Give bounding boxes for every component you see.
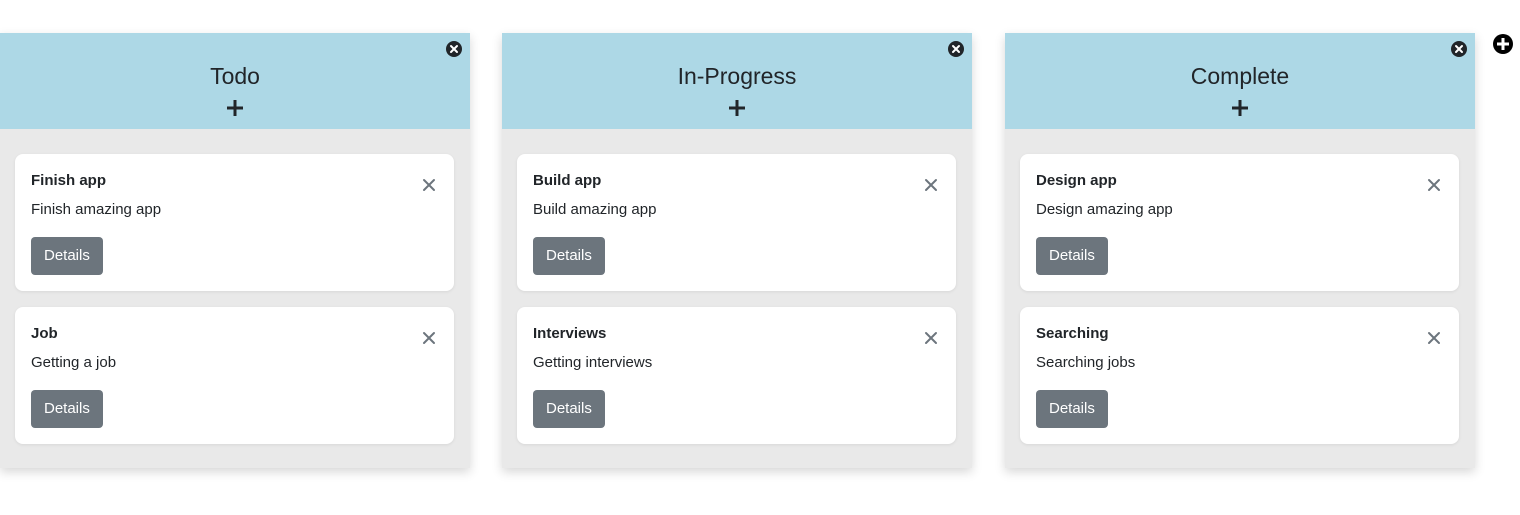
task-card: Design app Design amazing app Details bbox=[1020, 154, 1459, 291]
task-card: Searching Searching jobs Details bbox=[1020, 307, 1459, 444]
column-complete: Complete Design app Design amazing app D… bbox=[1005, 33, 1475, 468]
remove-card-close-icon[interactable] bbox=[1427, 331, 1441, 345]
card-title: Job bbox=[31, 325, 58, 342]
details-button[interactable]: Details bbox=[31, 237, 103, 275]
card-title: Interviews bbox=[533, 325, 607, 342]
column-header: Todo bbox=[0, 33, 470, 129]
task-card: Finish app Finish amazing app Details bbox=[15, 154, 454, 291]
card-title: Searching bbox=[1036, 325, 1109, 342]
card-description: Design amazing app bbox=[1036, 201, 1173, 218]
details-button[interactable]: Details bbox=[1036, 390, 1108, 428]
task-card: Interviews Getting interviews Details bbox=[517, 307, 956, 444]
column-todo: Todo Finish app Finish amazing app Detai… bbox=[0, 33, 470, 468]
column-title: Complete bbox=[1190, 63, 1290, 89]
remove-column-close-circle-icon[interactable] bbox=[1451, 41, 1467, 57]
card-title: Design app bbox=[1036, 172, 1117, 189]
remove-card-close-icon[interactable] bbox=[422, 178, 436, 192]
remove-card-close-icon[interactable] bbox=[1427, 178, 1441, 192]
kanban-board: Todo Finish app Finish amazing app Detai… bbox=[0, 0, 1520, 515]
add-card-plus-icon[interactable] bbox=[226, 99, 244, 117]
details-button[interactable]: Details bbox=[31, 390, 103, 428]
card-title: Build app bbox=[533, 172, 602, 189]
column-header: In-Progress bbox=[502, 33, 972, 129]
add-column-plus-circle-icon[interactable] bbox=[1493, 34, 1513, 54]
task-card: Build app Build amazing app Details bbox=[517, 154, 956, 291]
card-description: Finish amazing app bbox=[31, 201, 162, 218]
add-card-plus-icon[interactable] bbox=[1231, 99, 1249, 117]
add-card-plus-icon[interactable] bbox=[728, 99, 746, 117]
card-list: Build app Build amazing app Details Inte… bbox=[502, 129, 972, 444]
card-list: Design app Design amazing app Details Se… bbox=[1005, 129, 1475, 444]
column-title: Todo bbox=[210, 63, 260, 89]
card-description: Getting a job bbox=[31, 354, 117, 371]
remove-card-close-icon[interactable] bbox=[422, 331, 436, 345]
remove-card-close-icon[interactable] bbox=[924, 331, 938, 345]
column-header: Complete bbox=[1005, 33, 1475, 129]
details-button[interactable]: Details bbox=[1036, 237, 1108, 275]
card-list: Finish app Finish amazing app Details Jo… bbox=[0, 129, 470, 444]
remove-column-close-circle-icon[interactable] bbox=[948, 41, 964, 57]
remove-column-close-circle-icon[interactable] bbox=[446, 41, 462, 57]
column-title: In-Progress bbox=[677, 63, 797, 89]
card-description: Getting interviews bbox=[533, 354, 653, 371]
task-card: Job Getting a job Details bbox=[15, 307, 454, 444]
remove-card-close-icon[interactable] bbox=[924, 178, 938, 192]
column-in-progress: In-Progress Build app Build amazing app … bbox=[502, 33, 972, 468]
details-button[interactable]: Details bbox=[533, 390, 605, 428]
card-title: Finish app bbox=[31, 172, 106, 189]
details-button[interactable]: Details bbox=[533, 237, 605, 275]
card-description: Build amazing app bbox=[533, 201, 657, 218]
card-description: Searching jobs bbox=[1036, 354, 1136, 371]
